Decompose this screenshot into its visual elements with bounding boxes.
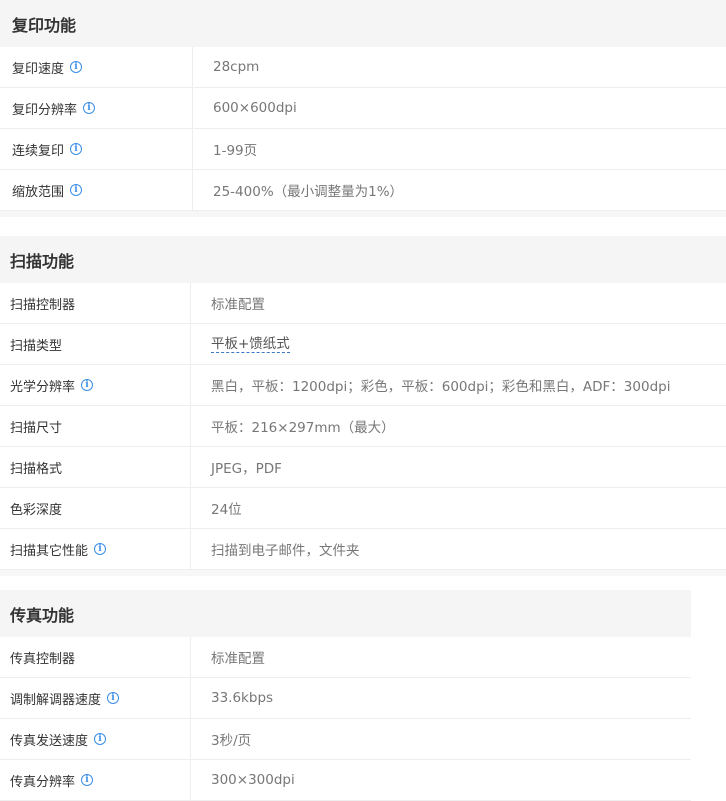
- spec-label: 调制解调器速度 i: [0, 678, 191, 718]
- spec-label: 连续复印 i: [0, 129, 193, 169]
- spec-value: 600×600dpi: [213, 100, 297, 116]
- spec-value: 扫描到电子邮件，文件夹: [211, 543, 360, 559]
- info-icon[interactable]: i: [70, 61, 83, 73]
- spec-value: 300×300dpi: [211, 772, 295, 788]
- spec-label: 扫描其它性能 i: [0, 529, 191, 569]
- spec-row: 光学分辨率 i 黑白，平板：1200dpi；彩色，平板：600dpi；彩色和黑白…: [0, 365, 726, 406]
- spec-label: 扫描格式: [0, 447, 191, 487]
- spec-row: 扫描其它性能 i 扫描到电子邮件，文件夹: [0, 529, 726, 570]
- info-icon[interactable]: i: [83, 102, 96, 114]
- fax-section: 传真功能 传真控制器 标准配置 调制解调器速度 i 33.6kbps 传真发送速…: [0, 590, 726, 801]
- spec-label: 色彩深度: [0, 488, 191, 528]
- spec-label: 传真发送速度 i: [0, 719, 191, 759]
- spec-row: 复印分辨率 i 600×600dpi: [0, 88, 726, 129]
- spec-value: 28cpm: [213, 59, 260, 75]
- spec-row: 扫描控制器 标准配置: [0, 283, 726, 324]
- spec-value: 标准配置: [211, 297, 265, 313]
- spec-row: 传真发送速度 i 3秒/页: [0, 719, 691, 760]
- spec-row: 连续复印 i 1-99页: [0, 129, 726, 170]
- spec-label: 复印分辨率 i: [0, 88, 193, 128]
- spec-row: 传真控制器 标准配置: [0, 637, 691, 678]
- info-icon[interactable]: i: [81, 774, 94, 786]
- spec-value: 25-400%（最小调整量为1%）: [213, 184, 404, 200]
- spec-value: 平板：216×297mm（最大）: [211, 420, 395, 436]
- info-icon[interactable]: i: [107, 692, 120, 704]
- spec-label: 缩放范围 i: [0, 170, 193, 210]
- spec-label: 传真控制器: [0, 637, 191, 677]
- spec-row: 色彩深度 24位: [0, 488, 726, 529]
- spec-row: 扫描格式 JPEG，PDF: [0, 447, 726, 488]
- spec-label: 复印速度 i: [0, 47, 193, 87]
- spec-row: 调制解调器速度 i 33.6kbps: [0, 678, 691, 719]
- section-title-scan: 扫描功能: [0, 236, 726, 283]
- section-divider: [0, 570, 726, 576]
- spec-value-link[interactable]: 平板+馈纸式: [211, 336, 290, 353]
- spec-row: 传真分辨率 i 300×300dpi: [0, 760, 691, 801]
- spec-value: 3秒/页: [211, 733, 252, 749]
- info-icon[interactable]: i: [81, 379, 94, 391]
- section-divider: [0, 211, 726, 217]
- spec-row: 扫描类型 平板+馈纸式: [0, 324, 726, 365]
- spec-label: 扫描控制器: [0, 283, 191, 323]
- spec-row: 缩放范围 i 25-400%（最小调整量为1%）: [0, 170, 726, 211]
- spec-row: 复印速度 i 28cpm: [0, 47, 726, 88]
- spec-value: 1-99页: [213, 143, 258, 159]
- info-icon[interactable]: i: [94, 543, 107, 555]
- info-icon[interactable]: i: [70, 184, 83, 196]
- section-title-fax: 传真功能: [0, 590, 691, 637]
- section-title-copy: 复印功能: [0, 0, 726, 47]
- spec-label: 扫描类型: [0, 324, 191, 364]
- spec-value: 24位: [211, 502, 242, 518]
- spec-label: 光学分辨率 i: [0, 365, 191, 405]
- info-icon[interactable]: i: [94, 733, 107, 745]
- spec-label: 传真分辨率 i: [0, 760, 191, 800]
- scan-section: 扫描功能 扫描控制器 标准配置 扫描类型 平板+馈纸式 光学分辨率 i 黑白，平…: [0, 236, 726, 576]
- spec-value: JPEG，PDF: [211, 461, 282, 477]
- copy-section: 复印功能 复印速度 i 28cpm 复印分辨率 i 600×600dpi 连续复…: [0, 0, 726, 217]
- spec-value: 33.6kbps: [211, 690, 274, 706]
- spec-row: 扫描尺寸 平板：216×297mm（最大）: [0, 406, 726, 447]
- spec-value: 标准配置: [211, 651, 265, 667]
- spec-value: 黑白，平板：1200dpi；彩色，平板：600dpi；彩色和黑白，ADF：300…: [211, 379, 671, 395]
- spec-label: 扫描尺寸: [0, 406, 191, 446]
- info-icon[interactable]: i: [70, 143, 83, 155]
